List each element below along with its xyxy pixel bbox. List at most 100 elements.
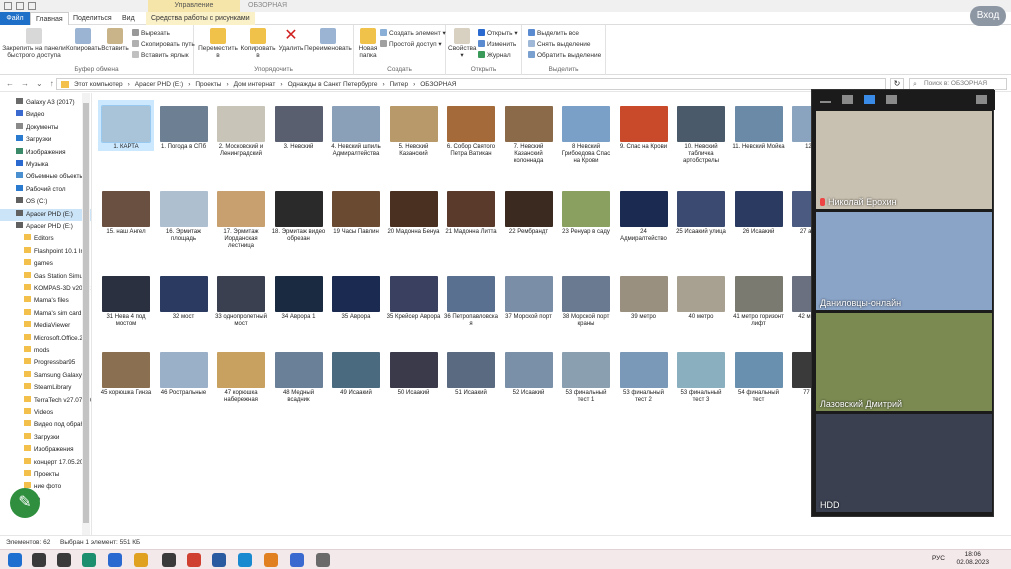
sidebar-item[interactable]: Apacer PHD (E:) (0, 208, 91, 221)
file-item[interactable]: 15. наш Ангел (98, 185, 154, 236)
file-item[interactable]: 31 Нева 4 под мостом (98, 270, 154, 328)
recent-chevron-icon[interactable]: ⌄ (36, 79, 43, 88)
file-item[interactable]: 49 Исаакий (328, 346, 384, 397)
file-item[interactable]: 38 Морской порт краны (558, 270, 614, 328)
edit-button[interactable]: Изменить (478, 40, 516, 49)
file-item[interactable]: 19 Часы Павлин (328, 185, 384, 236)
sidebar-scrollbar[interactable] (82, 93, 90, 535)
zoom-icon[interactable] (264, 553, 278, 567)
file-item[interactable]: 36 Петропавловска я (443, 270, 499, 328)
new-item-button[interactable]: Создать элемент ▾ (380, 29, 446, 38)
copy-path-button[interactable]: Скопировать путь (132, 40, 195, 49)
chrome-icon[interactable] (108, 553, 122, 567)
tab-picture-tools[interactable]: Средства работы с рисунками (146, 12, 255, 25)
sidebar-item[interactable]: Документы (0, 122, 91, 134)
file-item[interactable]: 8 Невский Грибоедова Спас на Крови (558, 100, 614, 165)
notes-icon[interactable] (316, 553, 330, 567)
sidebar-item[interactable]: Загрузки (0, 432, 91, 444)
move-to-button[interactable]: Переместить в (198, 28, 238, 59)
sidebar-item[interactable]: Editors (0, 233, 91, 245)
file-item[interactable]: 10. Невский табличка артобстрелы (673, 100, 729, 165)
file-item[interactable]: 37 Морской порт (501, 270, 557, 321)
sidebar-item[interactable]: Музыка (0, 159, 91, 171)
file-item[interactable]: 21 Мадонна Литта (443, 185, 499, 236)
file-item[interactable]: 53 финальный тест 1 (558, 346, 614, 404)
file-item[interactable]: 46 Ростральные (156, 346, 212, 397)
file-item[interactable]: 24 Адмиралтейство (616, 185, 672, 243)
todo-icon[interactable] (187, 553, 201, 567)
crumb[interactable]: Apacer PHD (E:) (135, 81, 183, 88)
file-item[interactable]: 25 Исаакий улица (673, 185, 729, 236)
tab-view[interactable]: Вид (117, 12, 140, 25)
crumb[interactable]: Проекты (195, 81, 221, 88)
paste-button[interactable]: Вставить (100, 28, 130, 52)
properties-button[interactable]: Свойства ▾ (448, 28, 477, 59)
file-item[interactable]: 17. Эрмитаж Иорданская лестница (213, 185, 269, 250)
sidebar-item[interactable]: KOMPAS-3D v20 St (0, 283, 91, 295)
rename-button[interactable]: Переименовать (304, 28, 352, 52)
sidebar-item[interactable]: концерт 17.05.202 (0, 457, 91, 469)
participant-tile[interactable]: HDD (816, 414, 992, 512)
file-item[interactable]: 40 метро (673, 270, 729, 321)
sidebar-item[interactable]: TerraTech v27.07.20 (0, 395, 91, 407)
file-item[interactable]: 18. Эрмитаж видео обрезан (271, 185, 327, 243)
file-item[interactable]: 22 Рембрандт (501, 185, 557, 236)
browser-icon[interactable] (290, 553, 304, 567)
edge-icon[interactable] (82, 553, 96, 567)
file-item[interactable]: 32 мост (156, 270, 212, 321)
qat-icon[interactable] (28, 2, 36, 10)
participant-tile[interactable]: Лазовский Дмитрий (816, 313, 992, 411)
file-item[interactable]: 26 Исаакий (731, 185, 787, 236)
clock[interactable]: 18:06 02.08.2023 (956, 551, 989, 567)
invert-selection-button[interactable]: Обратить выделение (528, 51, 601, 60)
start-icon[interactable] (8, 553, 22, 567)
fullscreen-icon[interactable] (976, 95, 987, 104)
file-item[interactable]: 39 метро (616, 270, 672, 321)
login-button[interactable]: Вход (970, 6, 1006, 26)
crumb[interactable]: Дом интернат (234, 81, 276, 88)
sidebar-item[interactable]: Загрузки (0, 134, 91, 146)
sidebar-item[interactable]: Видео (0, 109, 91, 121)
sidebar-item[interactable]: games (0, 258, 91, 270)
file-item[interactable]: 7. Невский Казанский колоннада (501, 100, 557, 165)
paste-shortcut-button[interactable]: Вставить ярлык (132, 51, 189, 60)
open-button[interactable]: Открыть ▾ (478, 29, 518, 38)
sidebar-item[interactable]: Изображения (0, 444, 91, 456)
speaker-view-icon[interactable] (842, 95, 853, 104)
tab-share[interactable]: Поделиться (68, 12, 117, 25)
minimize-icon[interactable] (820, 101, 831, 103)
file-item[interactable]: 9. Спас на Крови (616, 100, 672, 151)
back-arrow-icon[interactable]: ← (6, 79, 14, 88)
file-item[interactable]: 54 финальный тест (731, 346, 787, 404)
scrollbar-thumb[interactable] (83, 103, 89, 523)
file-item[interactable]: 53 финальный тест 2 (616, 346, 672, 404)
sidebar-item[interactable]: Apacer PHD (E:) (0, 221, 91, 233)
breadcrumb[interactable]: Этот компьютер › Apacer PHD (E:) › Проекты… (56, 78, 886, 90)
file-item[interactable]: 51 Исаакий (443, 346, 499, 397)
file-item[interactable]: 50 Исаакий (386, 346, 442, 397)
pin-quick-access-button[interactable]: Закрепить на панели быстрого доступа (2, 28, 66, 59)
file-item[interactable]: 20 Мадонна Бенуа (386, 185, 442, 236)
easy-access-button[interactable]: Простой доступ ▾ (380, 40, 442, 49)
file-item[interactable]: 5. Невский Казанский (386, 100, 442, 158)
sidebar-item[interactable]: Видео под обрабо (0, 419, 91, 431)
grid-view-icon[interactable] (886, 95, 897, 104)
file-item[interactable]: 34 Аврора 1 (271, 270, 327, 321)
crumb[interactable]: Питер (390, 81, 408, 88)
delete-button[interactable]: ✕ Удалить (278, 28, 304, 53)
crumb[interactable]: Этот компьютер (74, 81, 123, 88)
forward-arrow-icon[interactable]: → (21, 79, 29, 88)
file-item[interactable]: 6. Собор Святого Петра Ватикан (443, 100, 499, 158)
file-item[interactable]: 47 корюшка набережная (213, 346, 269, 404)
participant-tile[interactable]: Николай Ерохин (816, 111, 992, 209)
pencil-icon[interactable]: ✎ (10, 488, 40, 518)
sidebar-item[interactable]: mods (0, 345, 91, 357)
qat-icon[interactable] (4, 2, 12, 10)
crumb[interactable]: ОБЗОРНАЯ (420, 81, 456, 88)
explorer-icon[interactable] (134, 553, 148, 567)
file-item[interactable]: 45 корюшка Гинза (98, 346, 154, 397)
file-item[interactable]: 1. Погода в СПб (156, 100, 212, 151)
sidebar-item[interactable]: Gas Station Simula (0, 271, 91, 283)
sidebar-item[interactable]: MediaViewer (0, 320, 91, 332)
select-none-button[interactable]: Снять выделение (528, 40, 591, 49)
